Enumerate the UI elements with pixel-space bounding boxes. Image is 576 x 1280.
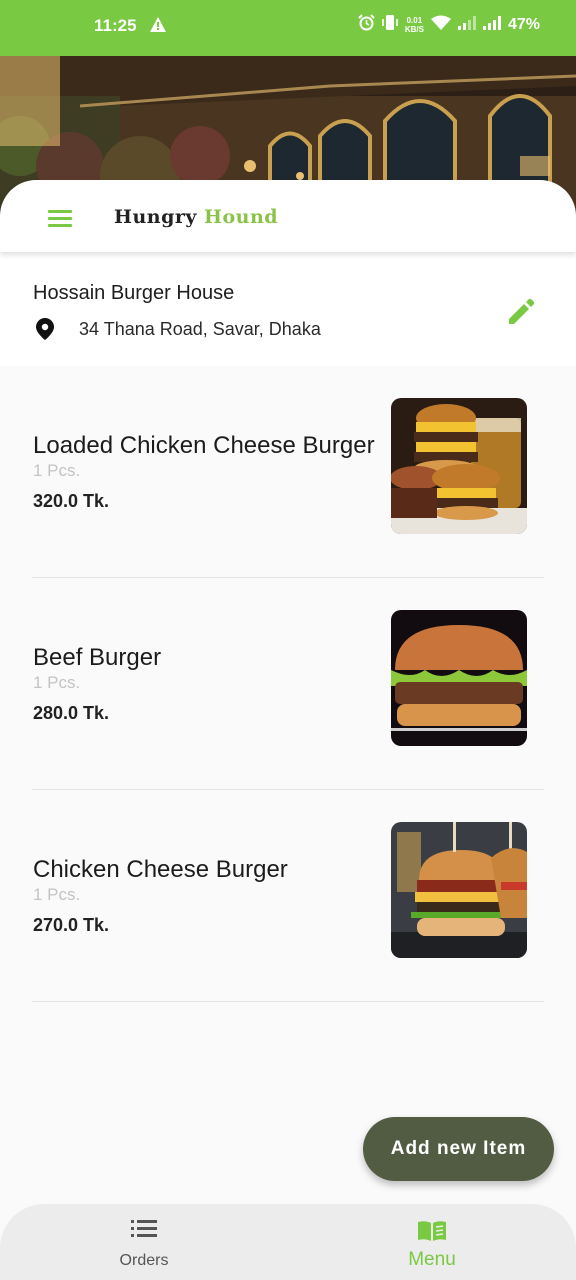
app-logo: Hungry Hound bbox=[114, 206, 278, 228]
item-quantity: 1 Pcs. bbox=[33, 885, 81, 904]
store-address: 34 Thana Road, Savar, Dhaka bbox=[79, 319, 321, 339]
nav-label-menu: Menu bbox=[408, 1249, 456, 1270]
signal-icon-1 bbox=[457, 15, 476, 35]
brand-word-2: Hound bbox=[204, 206, 279, 228]
nav-item-orders[interactable]: Orders bbox=[0, 1204, 288, 1280]
location-pin-icon bbox=[36, 318, 54, 345]
item-image bbox=[391, 610, 527, 746]
store-info: Hossain Burger House 34 Thana Road, Sava… bbox=[0, 252, 576, 366]
status-time: 11:25 bbox=[94, 16, 137, 35]
store-name: Hossain Burger House bbox=[33, 282, 235, 304]
wifi-icon bbox=[430, 15, 451, 36]
nav-label-orders: Orders bbox=[119, 1252, 169, 1269]
warning-icon bbox=[150, 17, 166, 37]
nav-item-menu[interactable]: Menu bbox=[288, 1204, 576, 1280]
item-image bbox=[391, 398, 527, 534]
vibrate-icon bbox=[382, 14, 398, 36]
speed-unit: KB/S bbox=[404, 25, 424, 34]
item-name: Loaded Chicken Cheese Burger bbox=[33, 432, 375, 459]
list-item[interactable]: Chicken Cheese Burger 1 Pcs. 270.0 Tk. bbox=[32, 790, 544, 1002]
item-price: 320.0 Tk. bbox=[33, 491, 110, 511]
list-item[interactable]: Loaded Chicken Cheese Burger 1 Pcs. 320.… bbox=[32, 366, 544, 578]
menu-item-list: Loaded Chicken Cheese Burger 1 Pcs. 320.… bbox=[0, 366, 576, 1002]
alarm-icon bbox=[358, 14, 375, 36]
speed-value: 0.01 bbox=[406, 16, 423, 25]
menu-book-icon bbox=[417, 1220, 447, 1247]
item-price: 270.0 Tk. bbox=[33, 915, 110, 935]
battery-level: 47% bbox=[507, 16, 540, 33]
hamburger-menu-icon[interactable] bbox=[40, 202, 80, 234]
status-bar: 11:25 0.01 KB/S 47% bbox=[0, 0, 576, 56]
list-icon bbox=[131, 1220, 157, 1243]
signal-icon-2 bbox=[482, 15, 501, 35]
network-speed: 0.01 KB/S bbox=[405, 16, 424, 34]
app-bar: Hungry Hound bbox=[0, 180, 576, 252]
edit-pencil-icon[interactable] bbox=[506, 297, 538, 329]
item-price: 280.0 Tk. bbox=[33, 703, 110, 723]
status-icons: 0.01 KB/S 47% bbox=[358, 14, 540, 36]
brand-word-1: Hungry bbox=[114, 206, 197, 228]
item-image bbox=[391, 822, 527, 958]
item-quantity: 1 Pcs. bbox=[33, 461, 81, 480]
item-name: Chicken Cheese Burger bbox=[33, 856, 288, 883]
item-name: Beef Burger bbox=[33, 644, 162, 671]
add-new-item-button[interactable]: Add new Item bbox=[363, 1117, 554, 1181]
bottom-navigation: Orders Menu bbox=[0, 1204, 576, 1280]
list-item[interactable]: Beef Burger 1 Pcs. 280.0 Tk. bbox=[32, 578, 544, 790]
item-quantity: 1 Pcs. bbox=[33, 673, 81, 692]
